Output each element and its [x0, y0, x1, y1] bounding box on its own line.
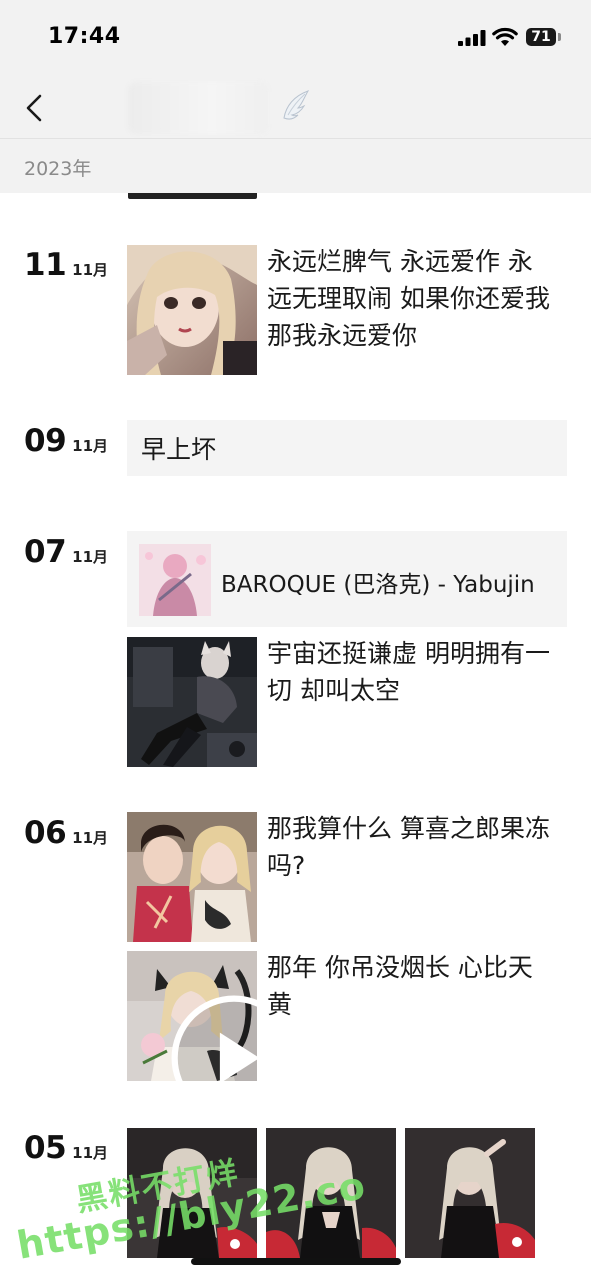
post-photo[interactable]	[405, 1128, 535, 1258]
entry-date: 09 11月	[24, 423, 108, 459]
date-month: 11月	[72, 829, 109, 847]
home-indicator[interactable]	[191, 1258, 401, 1265]
angel-wing-icon	[283, 90, 310, 120]
nav-bar	[0, 80, 591, 139]
date-month: 11月	[72, 437, 109, 455]
dark-room-photo-1	[127, 1128, 257, 1258]
music-share-post[interactable]: BAROQUE (巴洛克) - Yabujin	[127, 531, 567, 627]
date-day: 06	[24, 815, 67, 851]
entry-date: 07 11月	[24, 534, 108, 570]
dark-room-photo-3	[405, 1128, 535, 1258]
video-play-icon[interactable]	[169, 993, 257, 1081]
two-people-selfie-photo	[127, 812, 257, 942]
dark-room-photo-2	[266, 1128, 396, 1258]
date-day: 09	[24, 423, 67, 459]
music-title: BAROQUE (巴洛克) - Yabujin	[221, 572, 535, 598]
portrait-blonde-photo	[127, 245, 257, 375]
post-video[interactable]	[127, 951, 257, 1081]
post-photo[interactable]	[127, 245, 257, 375]
profile-name-blurred	[128, 82, 268, 134]
wifi-icon	[492, 27, 518, 46]
year-section-header: 2023年	[0, 139, 591, 193]
status-time: 17:44	[48, 24, 121, 49]
entry-date: 05 11月	[24, 1130, 108, 1166]
date-day: 11	[24, 247, 67, 283]
album-cover	[139, 544, 211, 616]
post-caption[interactable]: 永远烂脾气 永远爱作 永远无理取闹 如果你还爱我 那我永远爱你	[267, 243, 557, 354]
battery-cap	[558, 33, 561, 41]
entry-date: 11 11月	[24, 247, 108, 283]
post-photo[interactable]	[127, 1128, 257, 1258]
post-photo[interactable]	[127, 812, 257, 942]
post-caption[interactable]: 宇宙还挺谦虚 明明拥有一切 却叫太空	[267, 635, 557, 709]
date-month: 11月	[72, 548, 109, 566]
entry-date: 06 11月	[24, 815, 108, 851]
back-icon[interactable]	[18, 88, 54, 128]
post-photo[interactable]	[266, 1128, 396, 1258]
date-month: 11月	[72, 261, 109, 279]
date-day: 05	[24, 1130, 67, 1166]
post-caption[interactable]: 那年 你吊没烟长 心比天黄	[267, 949, 557, 1023]
date-day: 07	[24, 534, 67, 570]
previous-photo-edge	[128, 193, 257, 199]
battery-level: 71	[526, 28, 556, 46]
year-label: 2023年	[24, 158, 92, 180]
dark-seated-photo	[127, 637, 257, 767]
post-caption[interactable]: 那我算什么 算喜之郎果冻吗?	[267, 810, 557, 884]
text-post[interactable]: 早上坏	[127, 420, 567, 476]
cellular-signal-icon	[458, 30, 486, 46]
text-post-content: 早上坏	[141, 435, 217, 464]
post-photo[interactable]	[127, 637, 257, 767]
date-month: 11月	[72, 1144, 109, 1162]
status-bar: 17:44 71	[0, 0, 591, 80]
